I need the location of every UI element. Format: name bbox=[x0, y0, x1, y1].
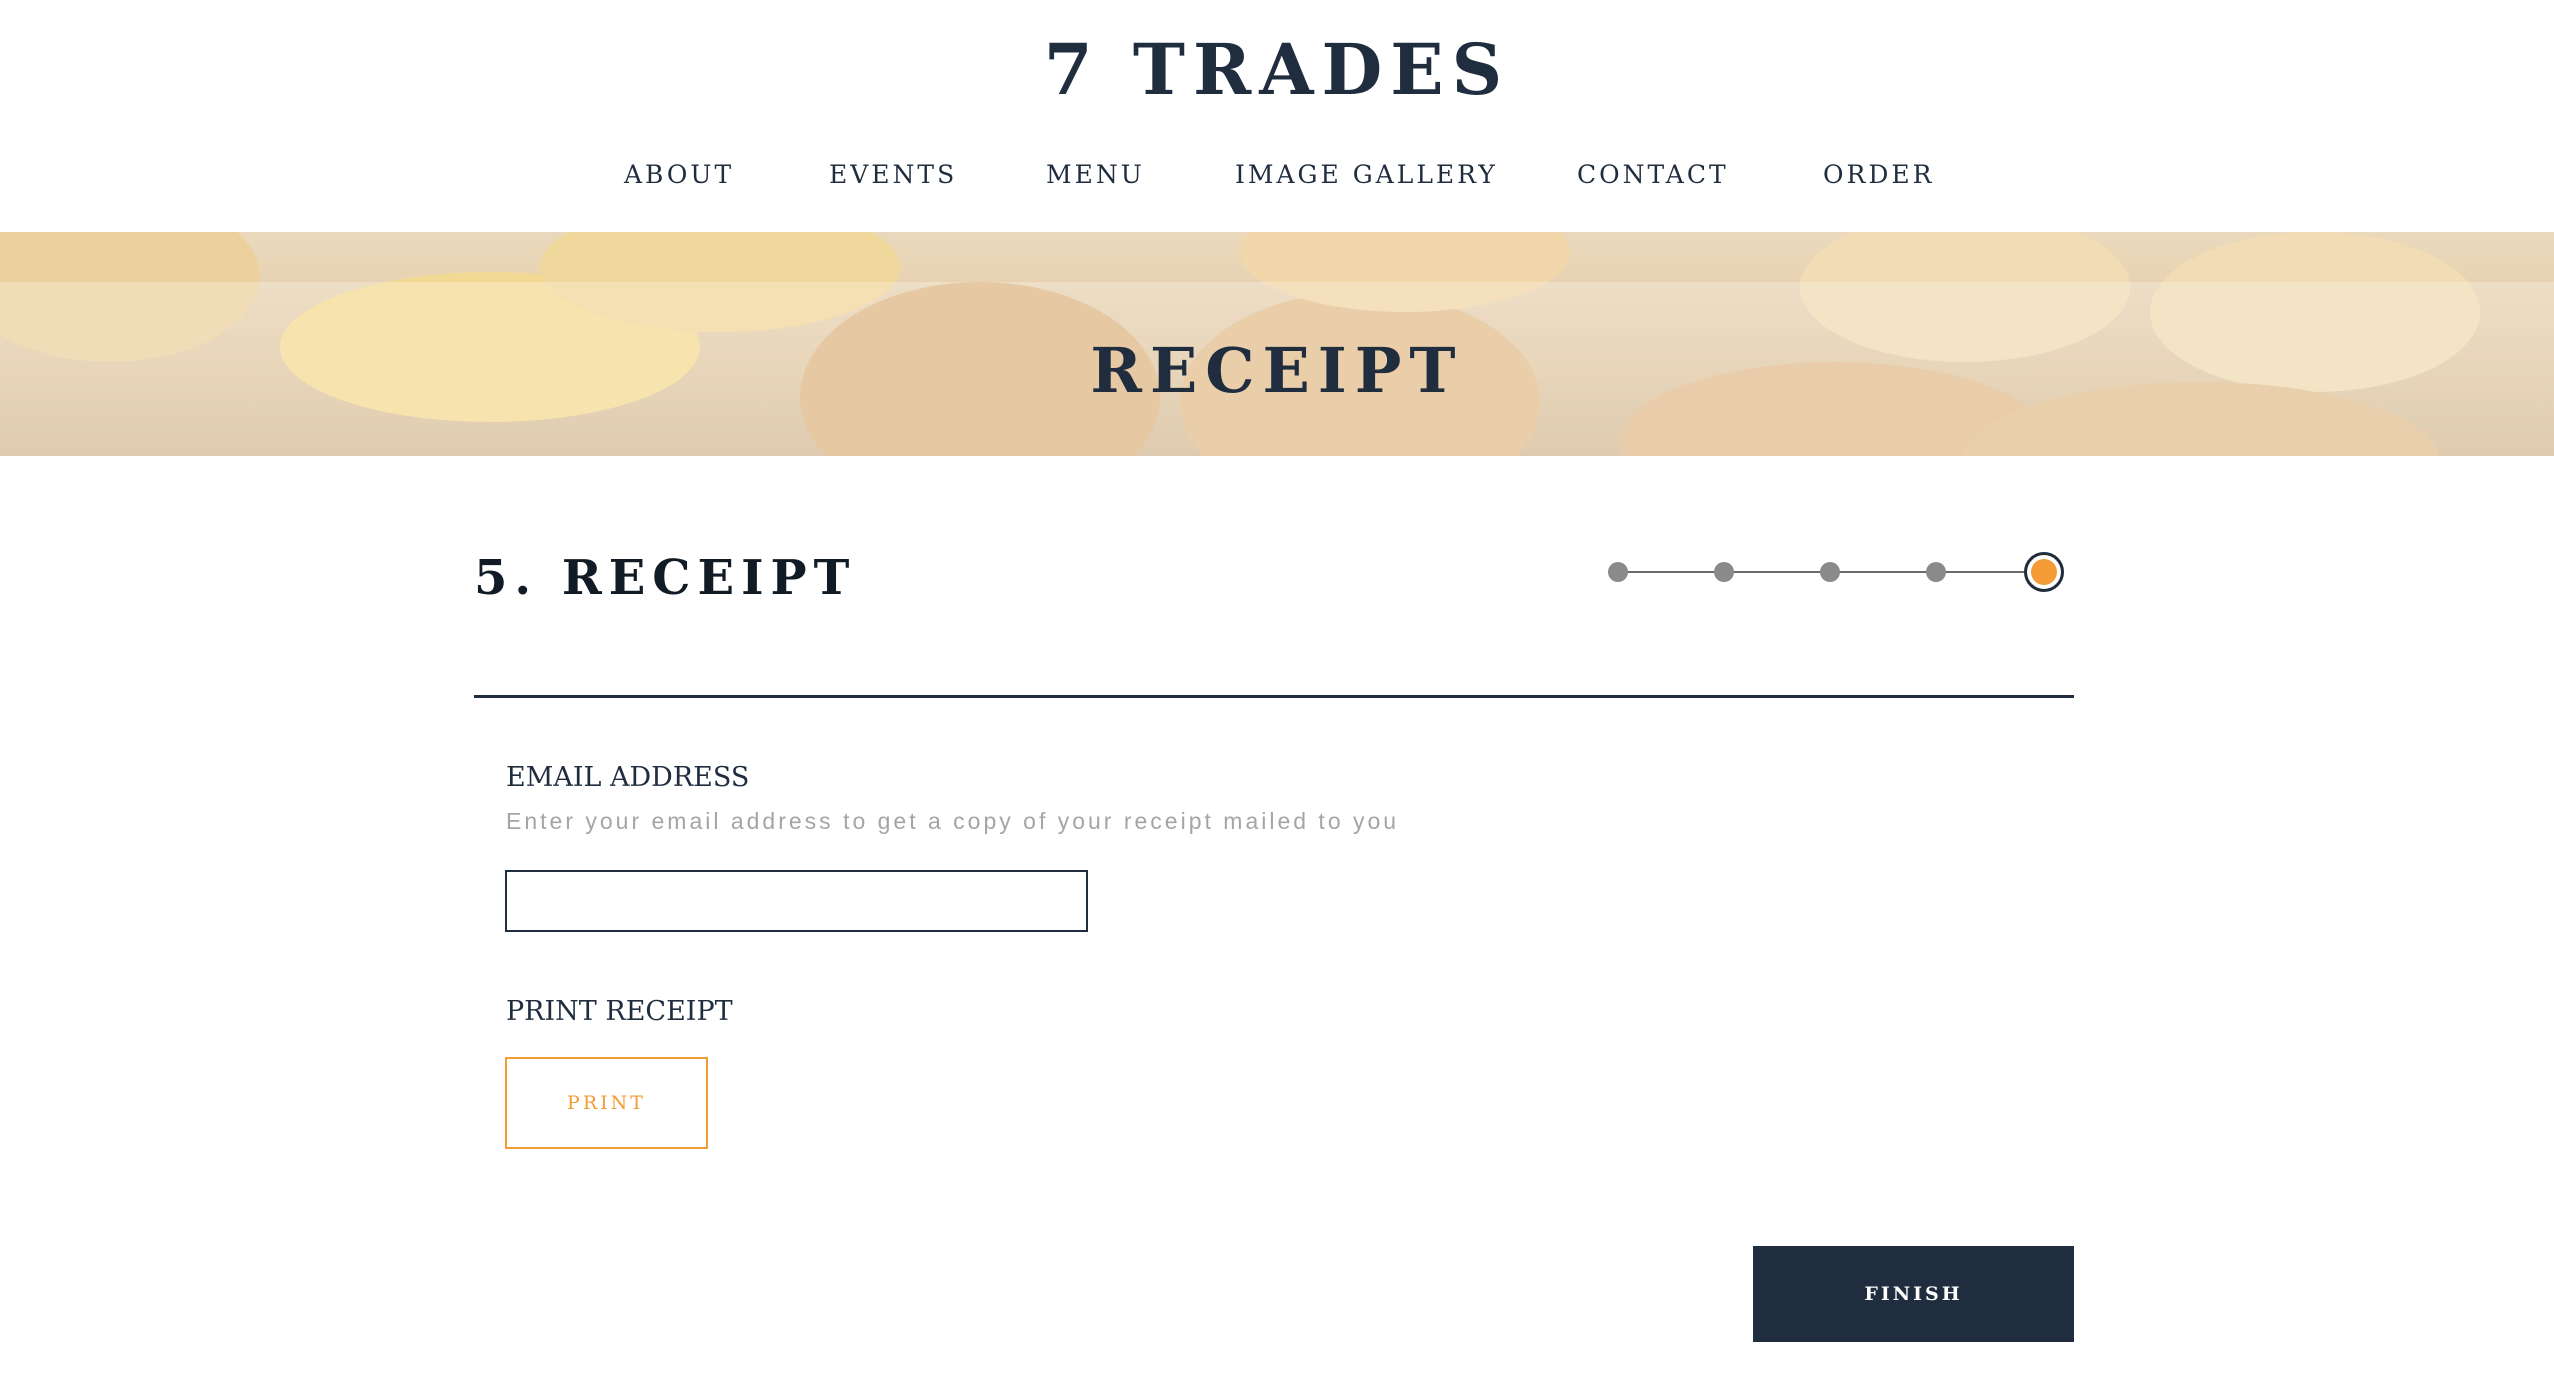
site-logo[interactable]: 7 TRADES bbox=[0, 28, 2554, 111]
step-dot-1[interactable] bbox=[1608, 562, 1628, 582]
step-dot-2[interactable] bbox=[1714, 562, 1734, 582]
step-title: 5. RECEIPT bbox=[474, 550, 857, 606]
finish-button[interactable]: FINISH bbox=[1753, 1246, 2074, 1342]
nav-item-order[interactable]: ORDER bbox=[1823, 160, 1934, 189]
email-label: EMAIL ADDRESS bbox=[506, 762, 750, 793]
nav-item-image-gallery[interactable]: IMAGE GALLERY bbox=[1235, 160, 1498, 189]
email-hint: Enter your email address to get a copy o… bbox=[506, 808, 1400, 834]
print-receipt-label: PRINT RECEIPT bbox=[506, 996, 733, 1027]
main-nav: ABOUT EVENTS MENU IMAGE GALLERY CONTACT … bbox=[0, 160, 2554, 200]
site-header: 7 TRADES ABOUT EVENTS MENU IMAGE GALLERY… bbox=[0, 0, 2554, 232]
progress-stepper bbox=[1600, 548, 2070, 596]
page-title: RECEIPT bbox=[1090, 334, 1464, 407]
step-dot-5-active[interactable] bbox=[2024, 552, 2064, 592]
nav-item-events[interactable]: EVENTS bbox=[829, 160, 957, 189]
step-dot-3[interactable] bbox=[1820, 562, 1840, 582]
nav-item-contact[interactable]: CONTACT bbox=[1577, 160, 1729, 189]
hero-banner: RECEIPT bbox=[0, 232, 2554, 456]
banner-top-tint bbox=[0, 232, 2554, 282]
print-button[interactable]: PRINT bbox=[505, 1057, 708, 1149]
nav-item-menu[interactable]: MENU bbox=[1046, 160, 1145, 189]
nav-item-about[interactable]: ABOUT bbox=[624, 160, 734, 189]
section-divider bbox=[474, 695, 2074, 698]
email-input[interactable] bbox=[505, 870, 1088, 932]
step-dot-4[interactable] bbox=[1926, 562, 1946, 582]
